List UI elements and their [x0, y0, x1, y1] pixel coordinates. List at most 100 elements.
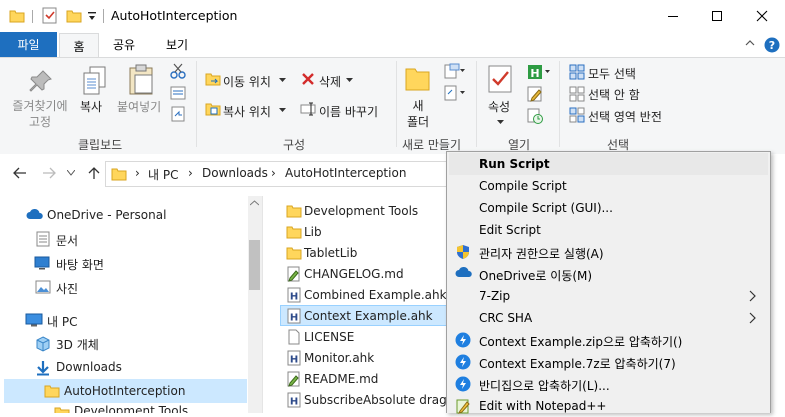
- copy-to-button[interactable]: 복사 위치: [223, 103, 271, 120]
- tab-share[interactable]: 공유: [102, 32, 146, 57]
- nav-scrollbar[interactable]: [248, 196, 262, 413]
- delete-button[interactable]: 삭제: [319, 73, 341, 90]
- ahk-file-icon: H: [286, 287, 302, 303]
- maximize-button[interactable]: [694, 0, 740, 32]
- file-item[interactable]: Monitor.ahk: [304, 351, 374, 365]
- paste-icon: [128, 64, 156, 96]
- help-icon[interactable]: ?: [764, 37, 780, 53]
- minimize-button[interactable]: [650, 0, 696, 32]
- file-item[interactable]: README.md: [304, 372, 378, 386]
- nav-item-pictures[interactable]: 사진: [56, 280, 78, 297]
- move-to-icon: [205, 71, 221, 87]
- svg-text:H: H: [530, 67, 539, 80]
- ahk-file-icon: H: [286, 350, 302, 366]
- file-item[interactable]: Context Example.ahk: [304, 309, 433, 323]
- paste-shortcut-icon[interactable]: [170, 106, 186, 122]
- collapse-ribbon-icon[interactable]: [745, 39, 755, 47]
- nav-item-3d-objects[interactable]: 3D 개체: [56, 336, 99, 353]
- nav-item-onedrive[interactable]: OneDrive - Personal: [47, 208, 166, 222]
- nav-scroll-thumb[interactable]: [249, 240, 260, 290]
- copy-to-icon: [205, 101, 221, 117]
- submenu-arrow-icon: [749, 312, 757, 324]
- new-folder-quick-icon[interactable]: [66, 8, 82, 24]
- context-menu-item[interactable]: Compile Script: [450, 175, 767, 197]
- edit-icon[interactable]: [527, 86, 543, 102]
- file-item[interactable]: Combined Example.ahk: [304, 288, 447, 302]
- copy-button[interactable]: 복사: [80, 98, 102, 115]
- bandizip-icon: [455, 376, 471, 392]
- select-all-button[interactable]: 모두 선택: [588, 65, 636, 82]
- invert-selection-button[interactable]: 선택 영역 반전: [588, 108, 662, 125]
- open-with-icon[interactable]: H: [527, 64, 551, 80]
- context-menu-item[interactable]: 반디집으로 압축하기(L)...: [450, 373, 767, 395]
- tab-view[interactable]: 보기: [155, 32, 199, 57]
- copy-path-icon[interactable]: [170, 86, 186, 100]
- properties-quick-icon[interactable]: [42, 7, 58, 25]
- folder-icon: [54, 405, 70, 413]
- file-item[interactable]: CHANGELOG.md: [304, 267, 404, 281]
- select-all-icon: [569, 64, 585, 80]
- back-icon[interactable]: [13, 167, 27, 179]
- scroll-up-icon[interactable]: [250, 200, 259, 206]
- close-button[interactable]: [739, 0, 785, 32]
- folder-icon: [286, 203, 302, 219]
- context-menu-item[interactable]: Context Example.zip으로 압축하기(): [450, 329, 767, 351]
- quick-access-dropdown-icon[interactable]: [87, 10, 97, 22]
- context-menu-item-label: Run Script: [479, 157, 550, 171]
- nav-item-desktop[interactable]: 바탕 화면: [56, 256, 104, 273]
- nav-item-documents[interactable]: 문서: [56, 232, 78, 249]
- rename-button[interactable]: 이름 바꾸기: [319, 103, 378, 120]
- desktop-icon: [34, 256, 50, 270]
- context-menu-item-label: 7-Zip: [479, 289, 511, 303]
- pin-to-quick-access-button[interactable]: 즐겨찾기에 고정: [4, 98, 76, 130]
- context-menu-item-label: Edit with Notepad++: [479, 399, 607, 413]
- cube-icon: [35, 336, 51, 352]
- file-item[interactable]: Lib: [304, 225, 322, 239]
- paste-button[interactable]: 붙여넣기: [117, 98, 161, 115]
- cut-icon[interactable]: [170, 63, 186, 79]
- context-menu-item[interactable]: Edit with Notepad++: [450, 395, 767, 417]
- invert-selection-icon: [569, 107, 585, 123]
- tab-home[interactable]: 홈: [59, 33, 99, 58]
- up-icon[interactable]: [88, 166, 100, 180]
- context-menu-item-label: OneDrive로 이동(M): [479, 269, 593, 283]
- new-item-icon[interactable]: [444, 63, 466, 79]
- notepadpp-icon: [455, 398, 471, 414]
- context-menu-item[interactable]: OneDrive로 이동(M): [450, 263, 767, 285]
- context-menu-item[interactable]: Context Example.7z로 압축하기(7): [450, 351, 767, 373]
- nav-item-autohotinterception[interactable]: AutoHotInterception: [64, 384, 185, 398]
- context-menu-item[interactable]: Run Script: [450, 153, 767, 175]
- recent-locations-icon[interactable]: [67, 170, 75, 176]
- nav-item-downloads[interactable]: Downloads: [56, 360, 122, 374]
- select-none-button[interactable]: 선택 안 함: [588, 86, 640, 103]
- breadcrumb-downloads[interactable]: Downloads: [202, 166, 268, 180]
- history-icon[interactable]: [527, 108, 543, 124]
- chevron-down-icon: [497, 120, 504, 125]
- file-item[interactable]: LICENSE: [304, 330, 354, 344]
- new-folder-icon: [404, 64, 430, 92]
- context-menu-item-label: Compile Script (GUI)...: [479, 201, 613, 215]
- file-item[interactable]: Development Tools: [304, 204, 418, 218]
- context-menu-item[interactable]: 관리자 권한으로 실행(A): [450, 241, 767, 263]
- easy-access-icon[interactable]: [444, 85, 466, 101]
- context-menu-item-label: 관리자 권한으로 실행(A): [479, 247, 604, 261]
- tab-file[interactable]: 파일: [0, 32, 57, 57]
- file-item[interactable]: TabletLib: [304, 246, 357, 260]
- context-menu-item-label: Context Example.zip으로 압축하기(): [479, 335, 683, 349]
- context-menu-item[interactable]: Edit Script: [450, 219, 767, 241]
- markdown-file-icon: [286, 266, 302, 282]
- context-menu-item-label: CRC SHA: [479, 311, 533, 325]
- nav-item-this-pc[interactable]: 내 PC: [47, 313, 77, 330]
- breadcrumb-this-pc[interactable]: 내 PC: [148, 166, 178, 183]
- close-icon: [756, 10, 768, 22]
- context-menu-item[interactable]: Compile Script (GUI)...: [450, 197, 767, 219]
- properties-button[interactable]: 속성: [488, 98, 510, 115]
- new-folder-button[interactable]: 새 폴더: [405, 98, 431, 130]
- nav-item-development-tools[interactable]: Development Tools: [74, 405, 188, 413]
- context-menu-item[interactable]: CRC SHA: [450, 307, 767, 329]
- move-to-button[interactable]: 이동 위치: [223, 73, 271, 90]
- markdown-file-icon: [286, 371, 302, 387]
- forward-icon[interactable]: [42, 167, 56, 179]
- context-menu-item[interactable]: 7-Zip: [450, 285, 767, 307]
- breadcrumb-autohotinterception[interactable]: AutoHotInterception: [285, 166, 406, 180]
